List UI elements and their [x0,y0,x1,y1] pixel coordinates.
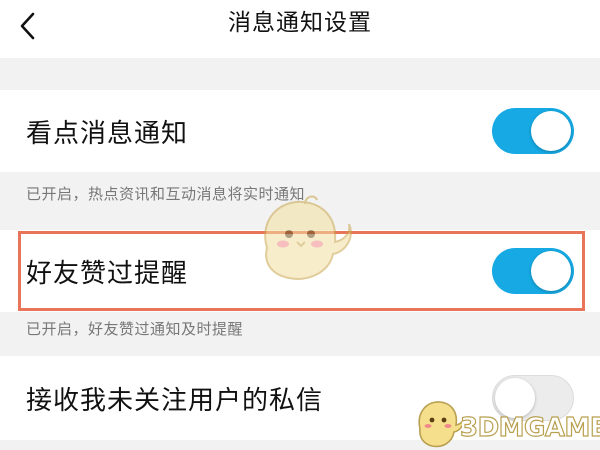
setting-label: 接收我未关注用户的私信 [26,385,324,416]
toggle-knob [495,378,535,418]
setting-row-friend-like[interactable]: 好友赞过提醒 [0,230,600,312]
setting-row-stranger-message[interactable]: 接收我未关注用户的私信 [0,356,600,440]
setting-label: 看点消息通知 [26,118,189,149]
setting-label: 好友赞过提醒 [26,258,189,289]
stranger-message-toggle[interactable] [492,375,574,421]
setting-description: 已开启，热点资讯和互动消息将实时通知 [26,185,306,203]
toggle-knob [531,111,571,151]
header-bar: 消息通知设置 [0,0,600,58]
section-gap [0,58,600,90]
friend-like-toggle[interactable] [492,248,574,294]
page-title: 消息通知设置 [228,10,372,36]
toggle-knob [531,251,571,291]
setting-row-kandian[interactable]: 看点消息通知 [0,90,600,172]
kandian-toggle[interactable] [492,108,574,154]
setting-description: 已开启，好友赞过通知及时提醒 [26,320,244,338]
